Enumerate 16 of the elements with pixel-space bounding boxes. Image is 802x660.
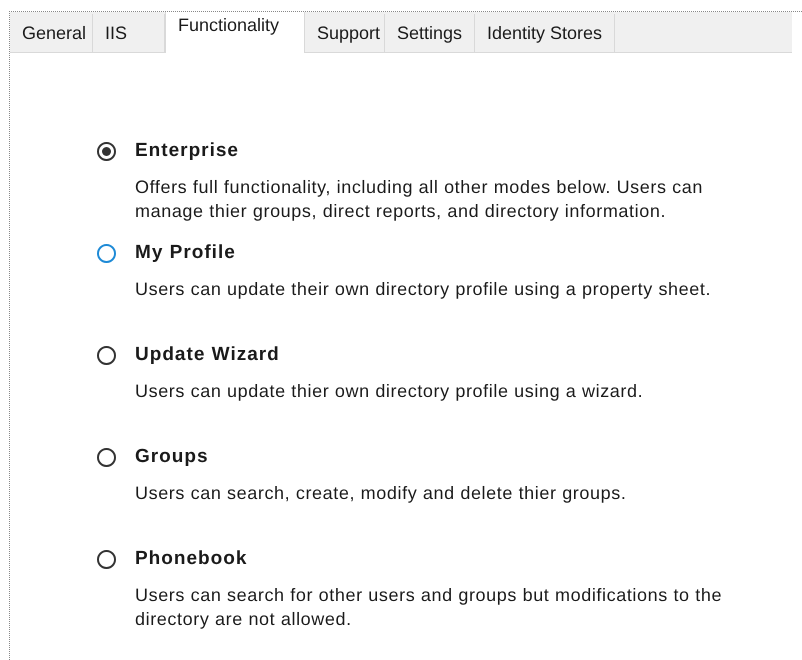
option-description: Offers full functionality, including all other modes below. Users can manage thier groups, direct reports, and directory information. xyxy=(135,176,704,223)
radio-button[interactable] xyxy=(97,448,116,466)
radio-button[interactable] xyxy=(97,550,116,568)
option-description: Users can update their own directory profile using a property sheet. xyxy=(135,278,712,301)
option-description: Users can update thier own directory profile using a wizard. xyxy=(135,380,644,403)
tab[interactable]: Functionality xyxy=(165,12,305,53)
option-label[interactable]: My Profile xyxy=(135,243,236,263)
option-label[interactable]: Enterprise xyxy=(135,141,239,161)
option-description: Users can search, create, modify and delete thier groups. xyxy=(135,482,628,505)
option-label[interactable]: Phonebook xyxy=(135,549,248,569)
option-label[interactable]: Update Wizard xyxy=(135,345,280,365)
option-label[interactable]: Groups xyxy=(135,447,209,467)
radio-button[interactable] xyxy=(97,346,116,364)
radio-button[interactable] xyxy=(97,142,116,160)
option-description: Users can search for other users and groups but modifications to the directory are not allowed. xyxy=(135,584,724,631)
radio-button[interactable] xyxy=(97,244,116,262)
